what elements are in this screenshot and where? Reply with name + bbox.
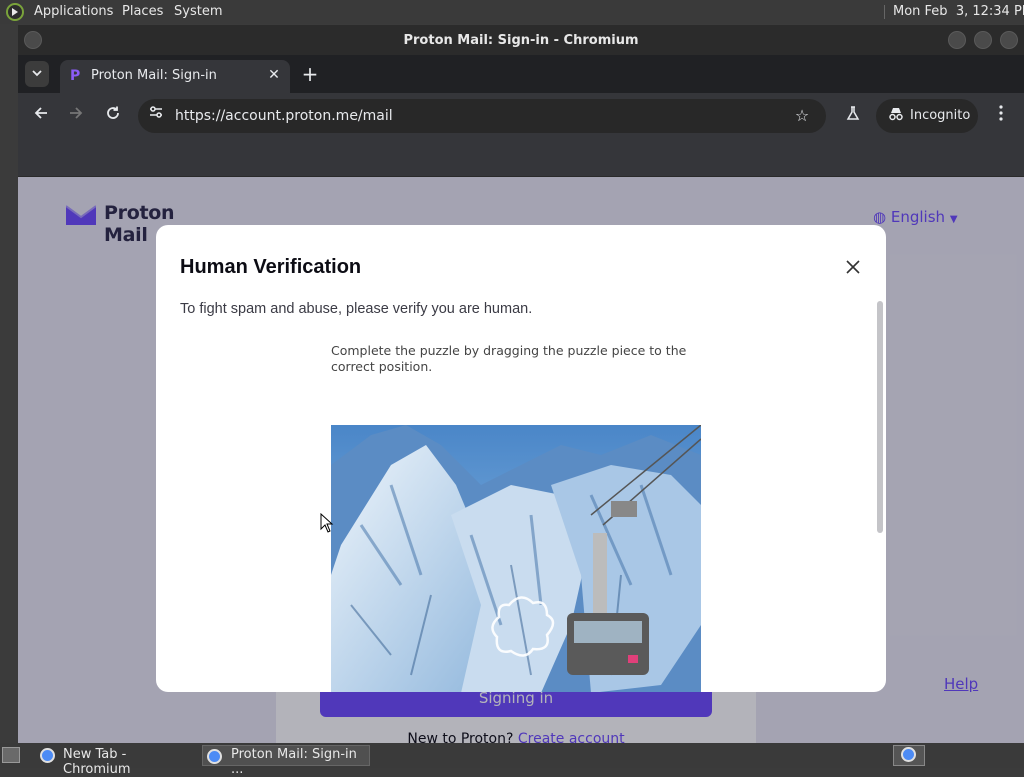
labs-button[interactable]	[841, 104, 865, 128]
browser-toolbar: https://account.proton.me/mail ☆ Incogni…	[18, 93, 1024, 139]
site-info-icon[interactable]	[144, 104, 168, 128]
maximize-button[interactable]	[974, 31, 992, 49]
modal-title: Human Verification	[180, 256, 362, 278]
browser-window: Proton Mail: Sign-in - Chromium P Proton…	[18, 25, 1024, 743]
mouse-cursor-icon	[320, 513, 334, 533]
tab-proton-signin[interactable]: P Proton Mail: Sign-in ✕	[60, 60, 290, 93]
tab-title: Proton Mail: Sign-in	[91, 68, 217, 83]
captcha-puzzle-image	[331, 425, 701, 692]
clock[interactable]: Mon Feb 3, 12:34 PM	[893, 4, 1024, 19]
flask-icon	[846, 106, 860, 120]
new-tab-button[interactable]: +	[300, 64, 320, 84]
panel-separator	[884, 5, 885, 19]
modal-description: To fight spam and abuse, please verify y…	[180, 301, 533, 317]
applications-menu[interactable]: Applications	[34, 4, 113, 19]
kebab-menu-icon	[999, 105, 1003, 121]
chromium-icon	[207, 749, 222, 764]
taskbar-item-proton-signin[interactable]: Proton Mail: Sign-in ...	[202, 745, 370, 777]
address-bar[interactable]: https://account.proton.me/mail ☆	[138, 99, 826, 133]
arrow-right-icon	[70, 107, 83, 119]
browser-menu-button[interactable]	[989, 104, 1013, 128]
modal-scrollbar-thumb[interactable]	[877, 301, 883, 533]
captcha-instruction: Complete the puzzle by dragging the puzz…	[331, 343, 687, 374]
reload-button[interactable]	[101, 104, 125, 128]
proton-favicon-icon: P	[70, 68, 81, 84]
incognito-label: Incognito	[910, 108, 971, 123]
page-viewport: Proton Mail ◍ English ▼ Signing in New t…	[18, 177, 1024, 743]
window-title: Proton Mail: Sign-in - Chromium	[403, 33, 639, 48]
taskbar: New Tab - Chromium Proton Mail: Sign-in …	[0, 743, 1024, 777]
taskbar-item-label: Proton Mail: Sign-in ...	[231, 747, 357, 777]
minimize-button[interactable]	[948, 31, 966, 49]
human-verification-modal: Human Verification To fight spam and abu…	[156, 225, 886, 692]
tab-close-icon[interactable]: ✕	[266, 67, 282, 83]
window-titlebar[interactable]: Proton Mail: Sign-in - Chromium	[18, 25, 1024, 55]
forward-button[interactable]	[64, 104, 88, 128]
url-text[interactable]: https://account.proton.me/mail	[175, 108, 393, 124]
applications-logo-icon	[6, 3, 24, 21]
places-menu[interactable]: Places	[122, 4, 163, 19]
top-panel: Applications Places System Mon Feb 3, 12…	[0, 0, 1024, 24]
reload-icon	[107, 106, 119, 119]
workspace-switcher[interactable]	[893, 745, 925, 766]
back-button[interactable]	[29, 104, 53, 128]
taskbar-item-label: New Tab - Chromium	[63, 747, 131, 777]
incognito-icon	[888, 107, 904, 125]
system-menu[interactable]: System	[174, 4, 222, 19]
chevron-down-icon	[32, 70, 42, 77]
taskbar-item-new-tab[interactable]: New Tab - Chromium	[36, 745, 196, 777]
chromium-icon	[901, 747, 916, 762]
arrow-left-icon	[34, 107, 47, 119]
incognito-indicator[interactable]: Incognito	[876, 99, 978, 133]
tab-strip: P Proton Mail: Sign-in ✕ +	[18, 55, 1024, 93]
bookmark-star-icon[interactable]: ☆	[790, 104, 814, 128]
show-desktop-icon[interactable]	[2, 747, 20, 763]
tab-search-button[interactable]	[25, 61, 49, 87]
close-icon	[846, 260, 860, 274]
close-window-button[interactable]	[1000, 31, 1018, 49]
bookmarks-bar-area	[18, 139, 1024, 177]
chromium-icon	[40, 748, 55, 763]
modal-close-button[interactable]	[842, 256, 864, 278]
